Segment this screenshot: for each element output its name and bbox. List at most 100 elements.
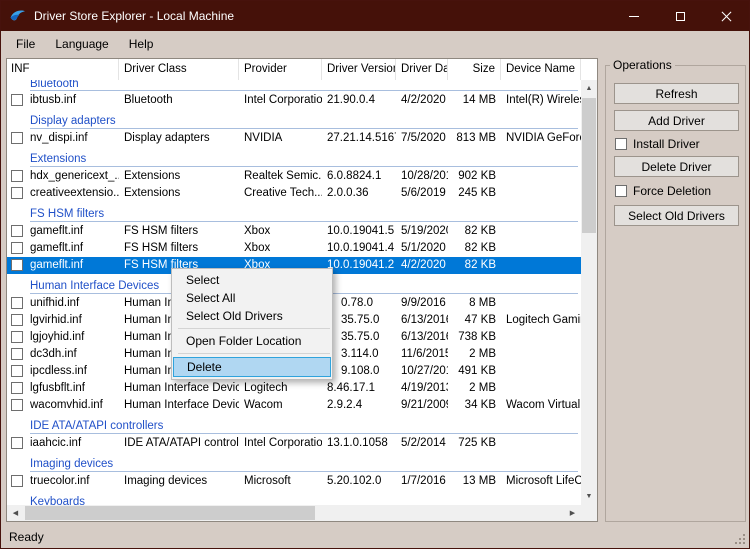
resize-grip-icon[interactable] [734,533,747,546]
delete-driver-button[interactable]: Delete Driver [614,156,739,177]
close-icon [721,11,732,22]
row-checkbox[interactable] [11,382,23,394]
force-deletion-checkbox-box[interactable] [615,185,627,197]
cell: Creative Tech... [239,185,322,202]
cell: 491 KB [448,363,501,380]
group-label: Imaging devices [30,458,113,470]
install-driver-label: Install Driver [633,137,700,151]
title-bar[interactable]: Driver Store Explorer - Local Machine [1,1,749,31]
column-header-size[interactable]: Size [448,59,501,80]
row-checkbox[interactable] [11,475,23,487]
menu-bar: File Language Help [1,31,749,57]
force-deletion-checkbox[interactable]: Force Deletion [615,184,711,198]
group-label: Human Interface Devices [30,280,159,292]
cell: 5/19/2020 [396,223,448,240]
row-checkbox[interactable] [11,314,23,326]
horizontal-scrollbar-thumb[interactable] [25,506,315,520]
cell: Logitech [239,380,322,397]
vertical-scrollbar[interactable] [581,80,597,505]
column-header-driver-class[interactable]: Driver Class [119,59,239,80]
cell: lgjoyhid.inf [7,329,119,346]
cell: 10.0.19041.4 [322,240,396,257]
cell: 35.75.0 [322,329,396,346]
row-checkbox[interactable] [11,331,23,343]
inf-name: lgvirhid.inf [30,314,82,326]
scroll-right-arrow[interactable] [564,505,581,521]
row-checkbox[interactable] [11,437,23,449]
menu-language[interactable]: Language [45,33,118,55]
column-header-provider[interactable]: Provider [239,59,322,80]
row-checkbox[interactable] [11,225,23,237]
cell: 902 KB [448,168,501,185]
scroll-down-arrow[interactable] [581,488,597,505]
cell: 4/2/2020 [396,92,448,109]
context-menu-item-delete[interactable]: Delete [173,357,331,377]
vertical-scrollbar-thumb[interactable] [582,98,596,233]
cell: 9/9/2016 [396,295,448,312]
row-checkbox[interactable] [11,297,23,309]
maximize-button[interactable] [657,1,703,31]
close-button[interactable] [703,1,749,31]
context-menu-separator [178,328,330,329]
row-checkbox[interactable] [11,365,23,377]
cell: 35.75.0 [322,312,396,329]
list-header: INF Driver Class Provider Driver Version… [7,59,597,80]
row-checkbox[interactable] [11,348,23,360]
add-driver-button[interactable]: Add Driver [614,110,739,131]
cell: 2 MB [448,346,501,363]
cell: 82 KB [448,223,501,240]
cell: lgvirhid.inf [7,312,119,329]
cell: Wacom [239,397,322,414]
cell: 6.0.8824.1 [322,168,396,185]
cell: gameflt.inf [7,257,119,274]
menu-file[interactable]: File [6,33,45,55]
cell: 27.21.14.5167 [322,130,396,147]
row-checkbox[interactable] [11,94,23,106]
row-checkbox[interactable] [11,187,23,199]
row-checkbox[interactable] [11,259,23,271]
table-row[interactable]: gameflt.infFS HSM filtersXbox10.0.19041.… [7,223,581,240]
row-checkbox[interactable] [11,399,23,411]
inf-name: hdx_genericext_... [30,170,119,182]
cell [501,257,581,274]
refresh-button[interactable]: Refresh [614,83,739,104]
horizontal-scrollbar[interactable] [7,505,581,521]
scroll-left-arrow[interactable] [7,505,24,521]
menu-help[interactable]: Help [119,33,164,55]
cell: 10/28/2019 [396,168,448,185]
row-checkbox[interactable] [11,170,23,182]
cell: wacomvhid.inf [7,397,119,414]
scroll-up-arrow[interactable] [581,80,597,97]
table-row[interactable]: creativeextensio...ExtensionsCreative Te… [7,185,581,202]
column-header-driver-version[interactable]: Driver Version [322,59,396,80]
cell: 34 KB [448,397,501,414]
context-menu-item-select-all[interactable]: Select All [172,289,332,307]
cell: 82 KB [448,257,501,274]
table-row[interactable]: iaahcic.infIDE ATA/ATAPI control...Intel… [7,435,581,452]
inf-name: wacomvhid.inf [30,399,103,411]
table-row[interactable]: gameflt.infFS HSM filtersXbox10.0.19041.… [7,240,581,257]
table-row[interactable]: hdx_genericext_...ExtensionsRealtek Semi… [7,168,581,185]
cell: 10.0.19041.2 [322,257,396,274]
install-driver-checkbox-box[interactable] [615,138,627,150]
select-old-drivers-button[interactable]: Select Old Drivers [614,205,739,226]
cell: Xbox [239,240,322,257]
context-menu-item-select[interactable]: Select [172,271,332,289]
install-driver-checkbox[interactable]: Install Driver [615,137,700,151]
minimize-button[interactable] [611,1,657,31]
row-checkbox[interactable] [11,242,23,254]
column-header-device-name[interactable]: Device Name [501,59,581,80]
table-row[interactable]: truecolor.infImaging devicesMicrosoft5.2… [7,473,581,490]
group-header: IDE ATA/ATAPI controllers [7,414,581,435]
table-row[interactable]: ibtusb.infBluetoothIntel Corporation21.9… [7,92,581,109]
column-header-driver-date[interactable]: Driver Date [396,59,448,80]
maximize-icon [676,12,685,21]
context-menu-item-select-old-drivers[interactable]: Select Old Drivers [172,307,332,325]
table-row[interactable]: nv_dispi.infDisplay adaptersNVIDIA27.21.… [7,130,581,147]
context-menu-item-open-folder-location[interactable]: Open Folder Location [172,332,332,350]
table-row[interactable]: lgfusbflt.infHuman Interface DevicesLogi… [7,380,581,397]
table-row[interactable]: wacomvhid.infHuman Interface DevicesWaco… [7,397,581,414]
column-header-inf[interactable]: INF [7,59,119,80]
row-checkbox[interactable] [11,132,23,144]
group-label: Keyboards [30,496,85,505]
